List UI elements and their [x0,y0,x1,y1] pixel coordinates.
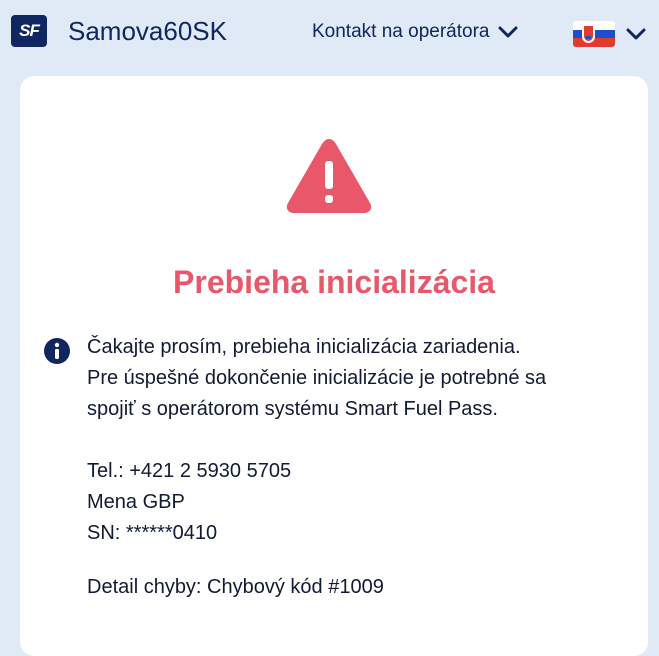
warning-triangle-icon [286,139,372,213]
currency: Mena GBP [87,491,185,513]
contact-operator-dropdown[interactable]: Kontakt na operátora [312,19,519,45]
page-title: Prebieha inicializácia [173,264,495,300]
error-detail: Detail chyby: Chybový kód #1009 [87,576,384,598]
phone-number: Tel.: +421 2 5930 5705 [87,460,292,482]
chevron-down-icon [498,26,518,38]
info-message: Čakajte prosím, prebieha inicializácia z… [87,332,627,425]
serial-number: SN: ******0410 [87,522,218,544]
message-line: Pre úspešné dokončenie inicializácie je … [87,367,547,389]
info-icon [44,338,70,364]
slovakia-flag-icon [573,21,615,47]
header-bar: SF Samova60SK Kontakt na operátora [0,0,659,60]
message-line: spojiť s operátorom systému Smart Fuel P… [87,398,498,420]
device-details: Tel.: +421 2 5930 5705 Mena GBP SN: ****… [87,456,567,549]
app-name: Samova60SK [68,16,227,46]
app-logo: SF [11,15,47,47]
message-line: Čakajte prosím, prebieha inicializácia z… [87,336,521,358]
chevron-down-icon [626,28,646,40]
language-selector[interactable] [573,21,647,47]
contact-operator-label: Kontakt na operátora [312,21,490,42]
